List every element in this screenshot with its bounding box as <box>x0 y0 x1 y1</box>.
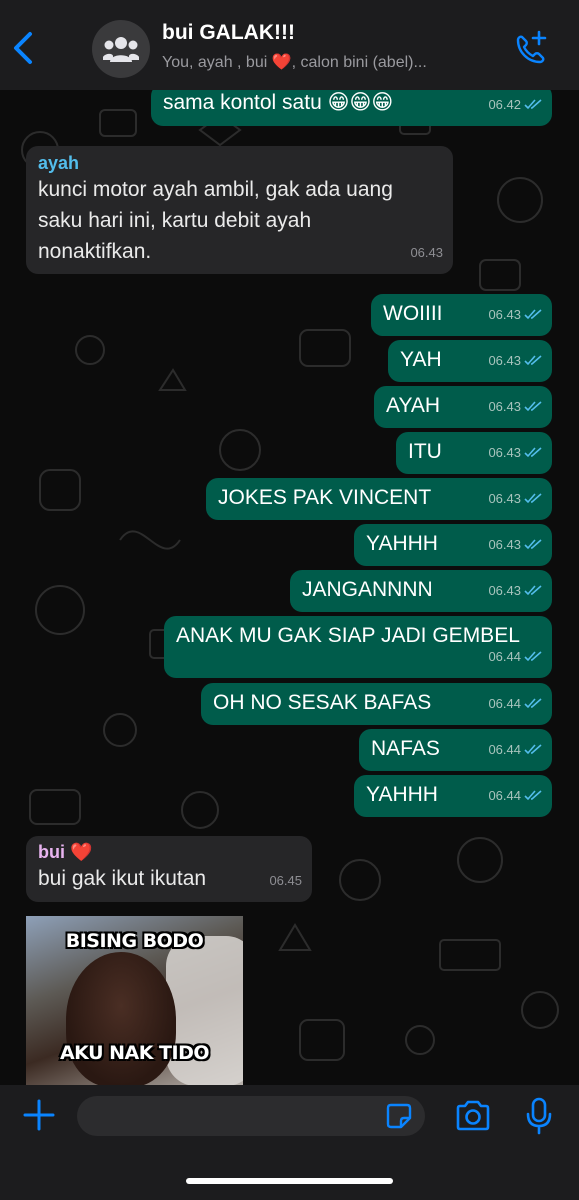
message-meta: 06.43 <box>488 437 542 468</box>
message-text: YAHHH <box>366 532 438 555</box>
read-ticks-icon <box>524 309 542 320</box>
group-avatar-icon <box>103 37 139 62</box>
read-ticks-icon <box>524 99 542 110</box>
message-meta: 06.44 <box>488 688 542 719</box>
image-caption-top: BISING BODO <box>65 930 204 952</box>
microphone-button[interactable] <box>526 1097 552 1135</box>
message-time: 06.42 <box>488 97 521 112</box>
message-sender: bui ❤️ <box>38 842 93 862</box>
message-bubble-outgoing[interactable]: WOIIII 06.43 <box>371 294 552 336</box>
message-time: 06.43 <box>488 399 521 414</box>
message-input[interactable] <box>77 1096 425 1136</box>
read-ticks-icon <box>524 355 542 366</box>
back-button[interactable] <box>8 28 38 68</box>
message-text: YAHHH <box>366 783 438 806</box>
read-ticks-icon <box>524 401 542 412</box>
message-text: OH NO SESAK BAFAS <box>213 691 432 714</box>
microphone-icon <box>526 1097 552 1135</box>
message-time: 06.45 <box>269 873 302 888</box>
add-call-button[interactable] <box>508 28 552 68</box>
message-meta: 06.43 <box>488 391 542 422</box>
sticker-icon <box>386 1103 412 1129</box>
message-text: ITU <box>408 440 442 463</box>
message-bubble-outgoing[interactable]: YAHHH 06.44 <box>354 775 552 817</box>
read-ticks-icon <box>524 539 542 550</box>
chat-header: bui GALAK!!! You, ayah , bui ❤️, calon b… <box>0 0 579 90</box>
message-bubble-outgoing[interactable]: OH NO SESAK BAFAS 06.44 <box>201 683 552 725</box>
message-text: NAFAS <box>371 737 440 760</box>
add-call-icon <box>516 30 547 64</box>
message-meta: 06.45 <box>269 865 302 896</box>
message-meta: 06.44 <box>488 641 542 672</box>
chevron-left-icon <box>14 32 32 64</box>
read-ticks-icon <box>524 790 542 801</box>
image-message[interactable]: BISING BODO AKU NAK TIDO <box>26 916 243 1085</box>
message-time: 06.44 <box>488 788 521 803</box>
message-meta: 06.44 <box>488 734 542 765</box>
message-time: 06.43 <box>488 353 521 368</box>
message-time: 06.43 <box>488 445 521 460</box>
plus-icon <box>23 1099 55 1131</box>
message-meta: 06.43 <box>410 237 443 268</box>
image-caption-bottom: AKU NAK TIDO <box>59 1042 210 1064</box>
message-bubble-outgoing[interactable]: AYAH 06.43 <box>374 386 552 428</box>
message-text: sama kontol satu 😁😁😁 <box>163 91 394 114</box>
message-bubble-outgoing[interactable]: JANGANNNN 06.43 <box>290 570 552 612</box>
message-meta: 06.44 <box>488 780 542 811</box>
message-time: 06.43 <box>488 307 521 322</box>
message-text: WOIIII <box>383 302 443 325</box>
message-text-line: kunci motor ayah ambil, gak ada uang <box>38 178 393 201</box>
sticker-button[interactable] <box>386 1103 412 1129</box>
message-bubble-outgoing[interactable]: NAFAS 06.44 <box>359 729 552 771</box>
camera-button[interactable] <box>454 1099 492 1133</box>
message-bubble-outgoing[interactable]: JOKES PAK VINCENT 06.43 <box>206 478 552 520</box>
home-indicator[interactable] <box>186 1178 393 1184</box>
message-bubble-incoming[interactable]: bui ❤️ bui gak ikut ikutan 06.45 <box>26 836 312 902</box>
message-list[interactable]: sama kontol satu 😁😁😁 06.42 ayah kunci mo… <box>0 90 579 1085</box>
message-time: 06.44 <box>488 696 521 711</box>
message-bubble-outgoing[interactable]: YAHHH 06.43 <box>354 524 552 566</box>
message-bubble-outgoing[interactable]: sama kontol satu 😁😁😁 06.42 <box>151 90 552 126</box>
message-bubble-incoming[interactable]: ayah kunci motor ayah ambil, gak ada uan… <box>26 146 453 274</box>
camera-icon <box>456 1100 490 1131</box>
message-bubble-outgoing[interactable]: ITU 06.43 <box>396 432 552 474</box>
message-time: 06.43 <box>488 491 521 506</box>
message-meta: 06.42 <box>488 90 542 120</box>
message-sender: ayah <box>38 153 80 173</box>
read-ticks-icon <box>524 447 542 458</box>
message-time: 06.43 <box>488 583 521 598</box>
message-bubble-outgoing[interactable]: YAH 06.43 <box>388 340 552 382</box>
image-face <box>66 952 176 1085</box>
message-time: 06.44 <box>488 742 521 757</box>
message-meta: 06.43 <box>488 345 542 376</box>
chat-title[interactable]: bui GALAK!!! <box>162 21 295 45</box>
message-meta: 06.43 <box>488 529 542 560</box>
read-ticks-icon <box>524 698 542 709</box>
message-time: 06.43 <box>410 245 443 260</box>
message-text: JANGANNNN <box>302 578 433 601</box>
group-avatar[interactable] <box>92 20 150 78</box>
message-text: AYAH <box>386 394 441 417</box>
message-text: YAH <box>400 348 442 371</box>
message-text: ANAK MU GAK SIAP JADI GEMBEL <box>176 624 520 647</box>
message-text-line: saku hari ini, kartu debit ayah <box>38 209 312 232</box>
message-bubble-outgoing[interactable]: ANAK MU GAK SIAP JADI GEMBEL 06.44 <box>164 616 552 678</box>
chat-participants[interactable]: You, ayah , bui ❤️, calon bini (abel)... <box>162 52 492 72</box>
message-meta: 06.43 <box>488 575 542 606</box>
message-text-line: bui gak ikut ikutan <box>38 867 207 890</box>
message-text: JOKES PAK VINCENT <box>218 486 432 509</box>
read-ticks-icon <box>524 493 542 504</box>
message-text-line: nonaktifkan. <box>38 240 152 263</box>
read-ticks-icon <box>524 585 542 596</box>
read-ticks-icon <box>524 651 542 662</box>
message-composer <box>0 1085 579 1200</box>
message-time: 06.44 <box>488 649 521 664</box>
attach-button[interactable] <box>22 1098 56 1132</box>
message-meta: 06.43 <box>488 299 542 330</box>
message-meta: 06.43 <box>488 483 542 514</box>
read-ticks-icon <box>524 744 542 755</box>
message-time: 06.43 <box>488 537 521 552</box>
